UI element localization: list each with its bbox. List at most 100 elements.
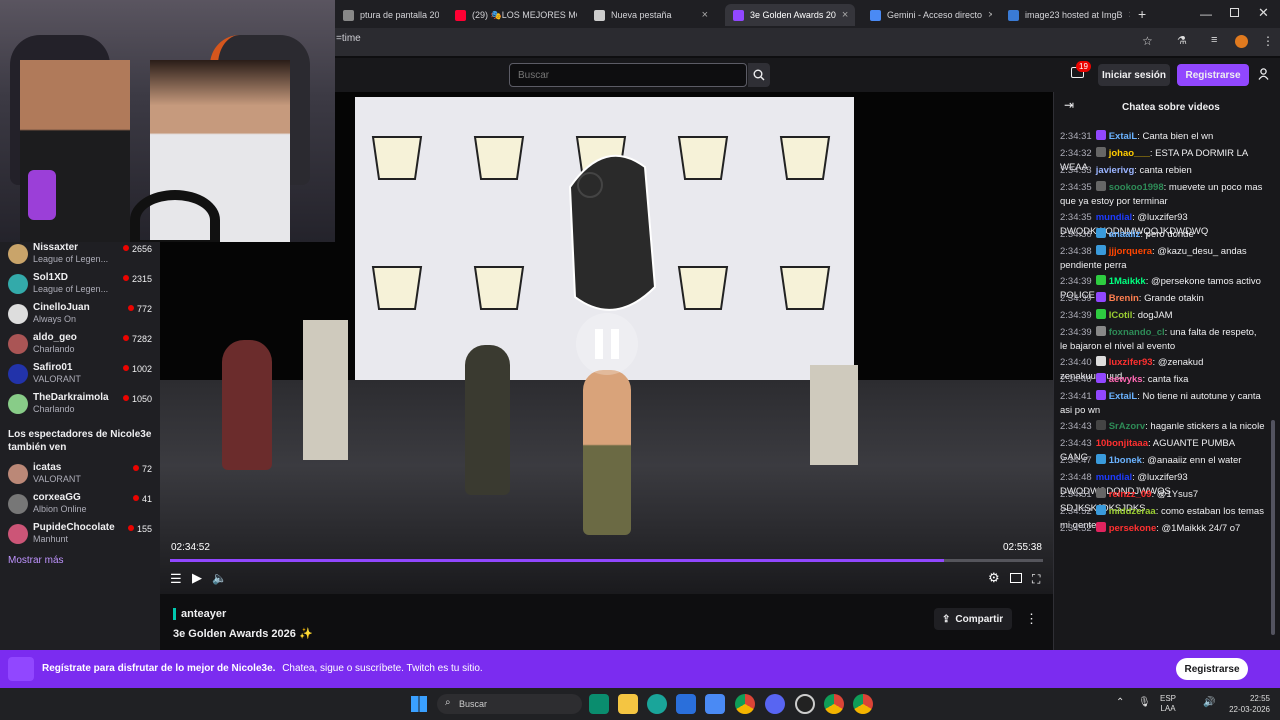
sidebar-channel[interactable]: Nissaxter League of Legen... 2656: [0, 241, 160, 269]
browser-tab[interactable]: Nueva pestaña ×: [586, 4, 716, 26]
chat-username[interactable]: javierivg: [1096, 165, 1135, 176]
sidebar-channel[interactable]: Sol1XD League of Legen... 2315: [0, 271, 160, 299]
url-text[interactable]: =time: [336, 33, 361, 44]
theatre-mode-icon[interactable]: [1010, 573, 1022, 583]
sidebar-channel[interactable]: icatas VALORANT 72: [0, 461, 160, 489]
close-window-icon[interactable]: ✕: [1258, 5, 1269, 21]
chat-username[interactable]: ExtaiL: [1109, 391, 1138, 402]
chat-username[interactable]: jjjorquera: [1109, 246, 1152, 257]
chrome-active-icon[interactable]: [853, 694, 873, 714]
file-explorer-icon[interactable]: [618, 694, 638, 714]
mic-icon[interactable]: 🎙: [1138, 697, 1151, 708]
sidebar-channel[interactable]: CinelloJuan Always On 772: [0, 301, 160, 329]
tab-close-icon[interactable]: ×: [988, 9, 992, 21]
chat-badge-icon: [1095, 228, 1106, 238]
chat-username[interactable]: SrAzorv: [1109, 421, 1145, 432]
chat-username[interactable]: 1Maikkk: [1109, 276, 1146, 287]
chat-username[interactable]: ICotil: [1109, 310, 1133, 321]
chat-text: Grande otakin: [1144, 293, 1204, 304]
chat-timestamp: 2:34:52: [1060, 523, 1092, 534]
tray-chevron-icon[interactable]: ⌃: [1116, 697, 1124, 708]
play-icon[interactable]: ▶: [192, 570, 202, 586]
photos-icon[interactable]: [705, 694, 725, 714]
sidebar-channel[interactable]: corxeaGG Albion Online 41: [0, 491, 160, 519]
browser-tab[interactable]: image23 hosted at ImgB ×: [1000, 4, 1130, 26]
store-icon[interactable]: [676, 694, 696, 714]
tab-favicon: [594, 9, 605, 21]
taskbar-search[interactable]: Buscar: [437, 694, 582, 714]
chat-username[interactable]: luxzifer93: [1109, 357, 1153, 368]
chat-username[interactable]: 1bonek: [1109, 455, 1142, 466]
chat-username[interactable]: persekone: [1109, 523, 1157, 534]
search-input[interactable]: [509, 63, 747, 87]
minimize-icon[interactable]: —: [1200, 7, 1212, 21]
extensions-icon[interactable]: ⚗: [1177, 34, 1187, 47]
tab-close-icon[interactable]: ×: [842, 9, 848, 21]
chat-username[interactable]: mundial: [1096, 212, 1132, 223]
sidebar-channel[interactable]: Safiro01 VALORANT 1002: [0, 361, 160, 389]
live-dot-icon: [132, 465, 139, 471]
tab-label: Gemini - Acceso directo: [887, 10, 983, 20]
chat-username[interactable]: aewyks: [1109, 374, 1143, 385]
chat-username[interactable]: anaaiiz: [1109, 229, 1141, 240]
chat-username[interactable]: Brenin: [1109, 293, 1139, 304]
microphone-light: [28, 170, 56, 220]
chat-scrollbar[interactable]: [1271, 420, 1275, 635]
more-options-icon[interactable]: ⋮: [1025, 611, 1038, 627]
edge-icon[interactable]: [647, 694, 667, 714]
chapters-icon[interactable]: ☰: [170, 571, 182, 587]
media-icon[interactable]: ≡: [1211, 34, 1217, 46]
lang-indicator[interactable]: ESP LAA: [1160, 694, 1176, 714]
chat-username[interactable]: reinzz_09: [1109, 489, 1152, 500]
chat-timestamp: 2:34:48: [1060, 472, 1092, 483]
sidebar-channel[interactable]: PupideChocolate Manhunt 155: [0, 521, 160, 549]
chat-username[interactable]: middzeraa: [1109, 506, 1156, 517]
chat-message: 2:34:35 sookoo1998: muevete un poco mas q…: [1060, 181, 1263, 207]
chrome-profile-icon[interactable]: [824, 694, 844, 714]
discord-icon[interactable]: [765, 694, 785, 714]
sidebar-channel[interactable]: aldo_geo Charlando 7282: [0, 331, 160, 359]
browser-tab[interactable]: 3e Golden Awards 20 ×: [725, 4, 855, 26]
browser-tab[interactable]: (29) 🎭LOS MEJORES MC×: [447, 4, 577, 26]
user-icon[interactable]: [1258, 68, 1269, 80]
chat-username[interactable]: ExtaiL: [1109, 131, 1138, 142]
collapse-chat-icon[interactable]: ⇥: [1064, 98, 1074, 112]
share-button[interactable]: ⇪ Compartir: [934, 608, 1012, 630]
browser-tab[interactable]: ptura de pantalla 2026×: [335, 4, 439, 26]
chat-username[interactable]: mundial: [1096, 472, 1132, 483]
signup-button[interactable]: Registrarse: [1177, 64, 1249, 86]
menu-icon[interactable]: ⋮: [1262, 34, 1274, 48]
obs-icon[interactable]: [795, 694, 815, 714]
profile-avatar[interactable]: [1235, 35, 1248, 48]
speaker-icon[interactable]: 🔊: [1203, 697, 1215, 708]
login-button[interactable]: Iniciar sesión: [1098, 64, 1170, 86]
tab-close-icon[interactable]: ×: [702, 9, 708, 21]
sidebar-channel[interactable]: TheDarkraimola Charlando 1050: [0, 391, 160, 419]
clock[interactable]: 22:55 22-03-2026: [1218, 693, 1270, 715]
chat-timestamp: 2:34:35: [1060, 182, 1092, 193]
live-dot-icon: [127, 525, 134, 531]
new-tab-button[interactable]: +: [1138, 6, 1146, 22]
show-more-link[interactable]: Mostrar más: [8, 555, 64, 566]
chrome-icon[interactable]: [735, 694, 755, 714]
chat-username[interactable]: sookoo1998: [1109, 182, 1164, 193]
windows-start-icon[interactable]: [411, 696, 427, 712]
banner-signup-button[interactable]: Registrarse: [1176, 658, 1248, 680]
channel-link[interactable]: anteayer: [181, 608, 226, 620]
fullscreen-icon[interactable]: ⛶: [1032, 572, 1040, 587]
pause-button[interactable]: [576, 313, 638, 375]
settings-gear-icon[interactable]: ⚙: [988, 570, 1000, 586]
search-button[interactable]: [748, 63, 770, 87]
copilot-icon[interactable]: [589, 694, 609, 714]
taskbar-search-icon: ⌕: [445, 697, 451, 708]
chat-username[interactable]: 10bonjitaaa: [1096, 438, 1148, 449]
bookmark-star-icon[interactable]: ☆: [1142, 34, 1153, 48]
browser-tab[interactable]: Gemini - Acceso directo ×: [862, 4, 992, 26]
chat-timestamp: 2:34:41: [1060, 391, 1092, 402]
maximize-icon[interactable]: [1230, 8, 1239, 17]
chat-username[interactable]: johao___: [1109, 148, 1150, 159]
tab-close-icon[interactable]: ×: [1129, 9, 1130, 21]
chat-username[interactable]: foxnando_cl: [1109, 327, 1165, 338]
chat-message: 2:34:47 1bonek: @anaaiiz enn el water: [1060, 454, 1242, 466]
volume-icon[interactable]: 🔈: [212, 571, 227, 585]
